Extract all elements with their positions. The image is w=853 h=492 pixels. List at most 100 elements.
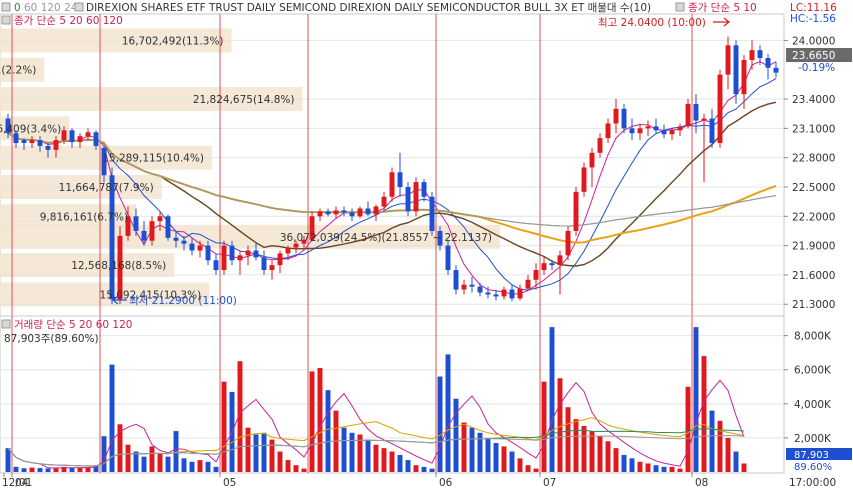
time-tick-label: 04: [15, 477, 29, 489]
volume-bar: [581, 425, 587, 472]
volume-bar: [741, 463, 747, 472]
volume-bar: [485, 437, 491, 472]
volume-bar: [309, 371, 315, 472]
volume-profile-label: 15,289,115(10.4%): [102, 153, 204, 165]
volume-profile-label: 3,195,141(2.2%): [0, 65, 36, 77]
time-tick-label: 17:00:00: [789, 477, 836, 489]
close-ma-label: 종가 단순 5 20 60 120: [14, 15, 123, 27]
volume-bar: [389, 451, 395, 472]
candle-body: [317, 211, 323, 217]
volume-collapse-icon[interactable]: [1, 319, 11, 329]
candle-body: [565, 230, 571, 256]
volume-bar: [677, 468, 683, 472]
candle-body: [389, 172, 395, 197]
volume-bar: [525, 465, 531, 472]
volume-bar: [133, 451, 139, 472]
candle-body: [525, 279, 531, 289]
candle-body: [501, 289, 507, 297]
volume-bar: [573, 419, 579, 472]
volume-bar: [141, 456, 147, 472]
hc-label: HC:-1.56: [790, 13, 836, 25]
candle-body: [157, 216, 163, 222]
volume-bar: [165, 456, 171, 472]
volume-bar: [189, 461, 195, 472]
volume-ma-label: 거래량 단순 5 20 60 120: [14, 319, 132, 331]
candle-body: [341, 210, 347, 213]
low-label: 최저 21.2900 (11:00): [129, 295, 237, 307]
volume-profile-label: 9,816,161(6.7%): [40, 211, 128, 223]
candle-body: [621, 108, 627, 129]
time-tick-label: 07: [543, 477, 556, 489]
candle-body: [29, 140, 35, 144]
volume-tick-label: 6,000K: [794, 365, 832, 377]
time-tick-label: 08: [695, 477, 708, 489]
volume-bar: [125, 444, 131, 472]
volume-bar: [733, 451, 739, 472]
volume-bar: [693, 327, 699, 472]
candle-body: [725, 45, 731, 75]
candle-body: [213, 260, 219, 271]
volume-bar: [597, 436, 603, 472]
candle-body: [581, 167, 587, 192]
candle-body: [181, 240, 187, 244]
legend-marker-icon-3: [1, 15, 11, 25]
candle-body: [629, 128, 635, 134]
volume-bar: [293, 465, 299, 472]
candle-body: [493, 294, 499, 297]
volume-bar: [669, 466, 675, 472]
price-tick-label: 21.6000: [792, 270, 835, 282]
volume-bar: [381, 448, 387, 472]
volume-bar: [53, 467, 59, 472]
volume-bar: [285, 460, 291, 472]
candle-body: [237, 255, 243, 261]
volume-bar: [461, 422, 467, 472]
volume-bar: [637, 461, 643, 472]
low-annotation: 최저 21.2900 (11:00): [112, 295, 237, 307]
candle-body: [477, 286, 483, 293]
candle-body: [693, 103, 699, 121]
candle-body: [773, 67, 779, 73]
volume-bar: [701, 356, 707, 472]
candle-body: [397, 172, 403, 187]
candle-body: [533, 270, 539, 280]
candle-body: [373, 206, 379, 215]
candle-body: [269, 265, 275, 271]
volume-bar: [101, 436, 107, 472]
candle-body: [517, 288, 523, 299]
candle-body: [357, 208, 363, 217]
candle-body: [765, 58, 771, 68]
candle-body: [93, 132, 99, 146]
volume-bar: [629, 458, 635, 472]
volume-bar: [429, 468, 435, 472]
candle-body: [365, 208, 371, 215]
price-tick-label: 22.8000: [792, 153, 835, 165]
volume-bar: [301, 468, 307, 472]
candle-body: [349, 212, 355, 217]
volume-bar: [685, 386, 691, 472]
candle-body: [653, 126, 659, 131]
volume-bar: [45, 468, 51, 472]
volume-last: 87,903: [794, 450, 829, 461]
volume-tick-label: 2,000K: [794, 433, 832, 445]
price-tick-label: 22.2000: [792, 211, 835, 223]
candle-body: [757, 50, 763, 59]
volume-bar: [509, 451, 515, 472]
legend-marker-icon-2: [675, 2, 685, 12]
candle-body: [413, 182, 419, 212]
volume-bar: [421, 466, 427, 472]
price-tick-label: 22.5000: [792, 182, 835, 194]
volume-bar: [437, 376, 443, 472]
volume-bar: [453, 398, 459, 472]
candle-body: [541, 263, 547, 271]
candle-body: [509, 289, 515, 299]
volume-bar: [645, 463, 651, 472]
close-ma-label-right: 종가 단순 5 10: [688, 2, 757, 14]
candle-body: [205, 245, 211, 261]
volume-bar: [29, 467, 35, 472]
volume-bar: [213, 466, 219, 472]
candle-body: [293, 243, 299, 248]
volume-bar: [557, 378, 563, 472]
collapse-icon[interactable]: [1, 2, 11, 12]
candle-body: [253, 250, 259, 258]
last-price: 23.6650: [792, 50, 835, 62]
